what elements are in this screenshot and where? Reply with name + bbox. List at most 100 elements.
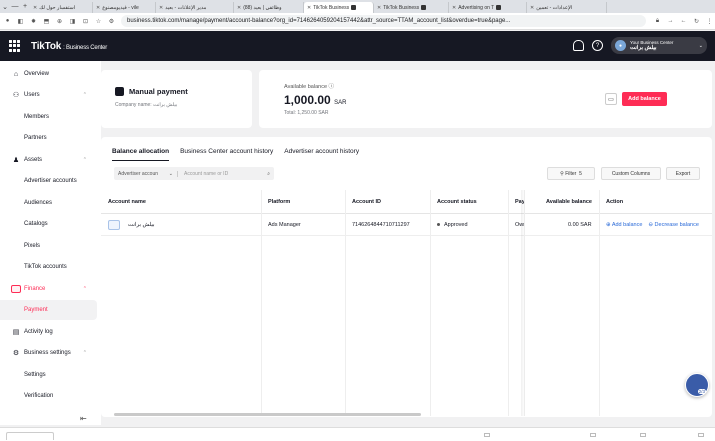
payment-icon — [115, 87, 124, 96]
sidebar-item-finance[interactable]: Finance ⌃ — [0, 279, 97, 299]
app-grid-icon[interactable] — [9, 40, 21, 52]
wallet-icon[interactable]: ▭ — [605, 93, 617, 105]
account-type-select[interactable]: Advertiser accoun ⌄ — [114, 170, 178, 177]
sidebar-item-settings[interactable]: Settings — [0, 365, 97, 385]
search-input[interactable]: Account name or ID — [178, 171, 267, 177]
extension-icon[interactable]: ◧ — [15, 16, 26, 27]
extension-icon[interactable]: ⊕ — [54, 16, 65, 27]
taskbar-item[interactable] — [590, 433, 596, 437]
column-header: Account name — [101, 190, 261, 214]
lock-icon[interactable]: 🔒︎ — [652, 16, 663, 27]
close-icon[interactable]: ✕ — [159, 5, 163, 11]
sidebar-item-partners[interactable]: Partners — [0, 128, 97, 148]
home-icon: ⌂ — [13, 70, 19, 78]
chevron-up-icon: ⌃ — [82, 92, 87, 98]
sidebar-item-assets[interactable]: ♟ Assets ⌃ — [0, 150, 97, 170]
menu-icon[interactable]: ⋮ — [704, 16, 715, 27]
sidebar-item-audiences[interactable]: Audiences — [0, 193, 97, 213]
sticky-column-shadow — [521, 190, 525, 416]
profile-icon[interactable]: ● — [2, 16, 13, 27]
new-tab-icon[interactable]: + — [20, 3, 30, 10]
column-header: Account ID — [345, 190, 430, 214]
taskbar-item[interactable] — [698, 433, 704, 437]
account-avatar — [108, 219, 120, 230]
taskbar — [0, 427, 715, 441]
browser-tab[interactable]: ✕ (88) وظائفي | بعيد — [234, 2, 304, 13]
close-icon[interactable]: ✕ — [96, 5, 100, 11]
sidebar-item-users[interactable]: ⚇ Users ⌃ — [0, 85, 97, 105]
browser-tab[interactable]: ✕ Advertising on T — [449, 2, 527, 13]
account-switcher[interactable]: ● Your Business Center بيلش برانت ⌄ — [611, 37, 707, 54]
search-icon[interactable]: ⌕ — [267, 171, 270, 177]
forward-icon[interactable]: → — [665, 16, 676, 27]
browser-tab[interactable]: ✕ الإعدادات - تعمين — [527, 2, 607, 13]
sidebar-item-verification[interactable]: Verification — [0, 386, 97, 406]
sidebar-item-pixels[interactable]: Pixels — [0, 236, 97, 256]
close-icon[interactable]: ✕ — [307, 5, 311, 11]
tiktok-logo[interactable]: TikTok: Business Center — [31, 41, 107, 52]
extension-icon[interactable]: ⊡ — [80, 16, 91, 27]
chevron-up-icon: ⌃ — [82, 157, 87, 163]
chevron-down-icon: ⌄ — [168, 170, 173, 177]
filter-button[interactable]: ⚲ Filter 5 — [547, 167, 595, 180]
custom-columns-button[interactable]: Custom Columns — [601, 167, 661, 180]
close-icon[interactable]: ✕ — [530, 5, 534, 11]
sidebar-item-members[interactable]: Members — [0, 107, 97, 127]
browser-tab[interactable]: ✕ مدير الإعلانات - بعيد — [156, 2, 234, 13]
site-info-icon[interactable]: ⚙ — [106, 16, 117, 27]
decrease-balance-link[interactable]: ⊖ Decrease balance — [648, 222, 698, 228]
tab-list: Balance allocation Business Center accou… — [112, 148, 359, 161]
tiktok-icon — [351, 5, 357, 10]
company-name: Company name: بيلش برانت — [115, 102, 178, 108]
browser-tab[interactable]: ✕ TikTok Business — [374, 2, 449, 13]
horizontal-scrollbar[interactable] — [114, 413, 421, 416]
browser-tab[interactable]: ✕ فيديومصنوع - vile — [93, 2, 156, 13]
chat-assistant-button[interactable]: 2/3 — [685, 373, 709, 397]
tab-balance-allocation[interactable]: Balance allocation — [112, 148, 170, 161]
browser-tab[interactable]: ✕ استفسار حول لك — [30, 2, 93, 13]
back-icon[interactable]: ← — [678, 16, 689, 27]
sidebar-item-payment[interactable]: Payment — [0, 300, 97, 320]
bell-icon[interactable] — [573, 40, 584, 51]
export-button[interactable]: Export — [666, 167, 700, 180]
extension-icon[interactable]: ◨ — [67, 16, 78, 27]
sidebar-item-business-settings[interactable]: ⚙ Business settings ⌃ — [0, 343, 97, 363]
status-dot-icon — [437, 223, 440, 226]
help-icon[interactable]: ? — [592, 40, 603, 51]
available-balance-label: Available balance ⓘ — [284, 84, 335, 90]
close-icon[interactable]: ✕ — [452, 5, 456, 11]
add-balance-button[interactable]: Add balance — [622, 92, 667, 106]
taskbar-item[interactable] — [484, 433, 490, 437]
chevron-up-icon: ⌃ — [82, 286, 87, 292]
sidebar-item-catalogs[interactable]: Catalogs — [0, 214, 97, 234]
table-cell-account-id: 7146264844710711297 — [345, 214, 430, 236]
close-icon[interactable]: ✕ — [377, 5, 381, 11]
extension-icon[interactable]: ✸ — [28, 16, 39, 27]
users-icon: ⚇ — [12, 92, 20, 99]
star-icon[interactable]: ☆ — [93, 16, 104, 27]
column-header: Account status — [430, 190, 508, 214]
url-field[interactable]: business.tiktok.com/manage/payment/accou… — [121, 15, 646, 27]
collapse-sidebar-icon[interactable]: ⇤ — [80, 414, 87, 423]
tab-bc-account-history[interactable]: Business Center account history — [180, 148, 273, 161]
sidebar-item-overview[interactable]: ⌂ Overview — [0, 64, 97, 84]
browser-tab-active[interactable]: ✕ TikTok Business — [304, 2, 374, 13]
sidebar-item-advertiser-accounts[interactable]: Advertiser accounts — [0, 171, 97, 191]
search-bar: Advertiser accoun ⌄ Account name or ID ⌕ — [114, 167, 274, 180]
sidebar-item-activity-log[interactable]: ▤ Activity log — [0, 322, 97, 342]
taskbar-item[interactable] — [6, 432, 54, 440]
tab-advertiser-account-history[interactable]: Advertiser account history — [284, 148, 359, 161]
add-balance-link[interactable]: ⊕ Add balance — [606, 222, 642, 228]
close-icon[interactable]: ✕ — [237, 5, 241, 11]
sidebar-item-tiktok-accounts[interactable]: TikTok accounts — [0, 257, 97, 277]
close-icon[interactable]: ✕ — [33, 5, 37, 11]
extension-icon[interactable]: ⬒ — [41, 16, 52, 27]
reload-icon[interactable]: ↻ — [691, 16, 702, 27]
tab-search-icon[interactable]: ⌄ — [0, 3, 10, 11]
table-cell-actions: ⊕ Add balance ⊖ Decrease balance — [599, 214, 712, 236]
taskbar-item[interactable] — [640, 433, 646, 437]
column-divider — [345, 190, 346, 416]
table-cell-account-name: بيلش برانت — [101, 214, 261, 236]
window-minimize-icon[interactable]: — — [10, 3, 20, 10]
available-balance-value: 1,000.00 SAR — [284, 93, 347, 107]
